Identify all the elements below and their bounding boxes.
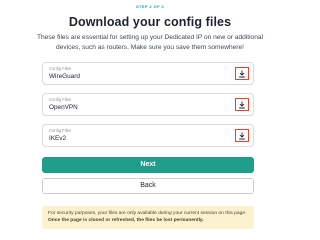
config-file-card-openvpn: Config Files OpenVPN: [42, 93, 254, 116]
download-button-ikev2[interactable]: [235, 129, 249, 142]
notice-warning-text: Once the page is closed or refreshed, th…: [48, 218, 204, 224]
card-label: Config Files: [49, 66, 72, 71]
card-value: OpenVPN: [49, 104, 78, 111]
notice-text: For security purposes, your files are on…: [48, 211, 247, 216]
back-button[interactable]: Back: [42, 178, 254, 194]
card-label: Config Files: [49, 128, 72, 133]
config-file-card-ikev2: Config Files IKEv2: [42, 124, 254, 147]
security-notice: For security purposes, your files are on…: [42, 206, 254, 229]
download-button-openvpn[interactable]: [235, 98, 249, 111]
download-button-wireguard[interactable]: [235, 67, 249, 80]
page-title: Download your config files: [68, 15, 232, 29]
card-value: IKEv2: [49, 135, 67, 142]
page-description: These files are essential for setting up…: [36, 34, 264, 51]
card-label: Config Files: [49, 97, 72, 102]
config-file-card-wireguard: Config Files WireGuard: [42, 62, 254, 85]
download-icon: [239, 131, 245, 139]
config-files-page: STEP 2 OF 3 Download your config files T…: [0, 0, 300, 240]
download-icon: [239, 69, 245, 77]
step-indicator: STEP 2 OF 3: [135, 4, 165, 9]
download-icon: [239, 100, 245, 108]
next-button[interactable]: Next: [42, 157, 254, 173]
card-value: WireGuard: [49, 73, 80, 80]
